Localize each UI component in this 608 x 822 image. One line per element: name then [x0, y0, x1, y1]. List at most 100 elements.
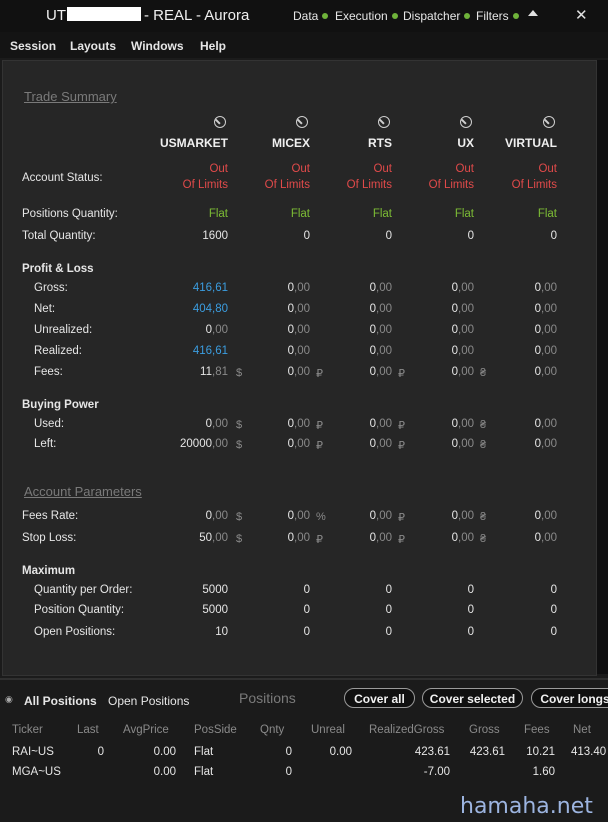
account-status-value: Out Of Limits	[182, 163, 228, 191]
net-value: 0,00	[230, 303, 310, 315]
header-posside[interactable]: PosSide	[194, 724, 237, 736]
fees-rate-currency: ₽	[398, 512, 405, 524]
open-positions-value: 0	[467, 626, 474, 638]
quantity-per-order-value: 0	[467, 584, 474, 596]
used-decimals: ,00	[458, 418, 474, 430]
cell-realizedgross: 423.61	[414, 746, 450, 758]
realized-value: 0,00	[230, 345, 310, 357]
header-realizedgross[interactable]: RealizedGross	[369, 724, 444, 736]
position-quantity-value: 0	[467, 604, 474, 616]
left-currency: $	[236, 439, 243, 451]
net-decimals: ,00	[376, 303, 392, 315]
label-fees: Fees:	[34, 366, 63, 378]
unrealized-decimals: ,00	[212, 324, 228, 336]
label-realized: Realized:	[34, 345, 82, 357]
menu-layouts[interactable]: Layouts	[70, 39, 116, 53]
tab-all-positions[interactable]: All Positions	[24, 694, 97, 708]
pin-icon[interactable]: ◉	[5, 694, 13, 705]
label-position-quantity: Position Quantity:	[34, 604, 125, 616]
cell-gross: 423.61	[469, 746, 505, 758]
cover-longs-button[interactable]: Cover longs	[531, 688, 608, 708]
open-positions-value: 10	[215, 626, 228, 638]
fees-currency: $	[236, 367, 243, 379]
header-last[interactable]: Last	[77, 724, 99, 736]
cell-avgprice: 0.00	[153, 746, 176, 758]
close-icon[interactable]: ✕	[575, 6, 588, 24]
stop-loss-value: 0,00	[312, 532, 392, 544]
label-gross: Gross:	[34, 282, 68, 294]
fees-decimals: ,00	[541, 366, 557, 378]
gross-decimals: ,61	[212, 282, 228, 294]
header-qnty[interactable]: Qnty	[260, 724, 284, 736]
cell-fees: 1.60	[532, 766, 555, 778]
nav-filters[interactable]: Filters	[476, 9, 519, 23]
label-positions-quantity: Positions Quantity:	[22, 208, 118, 220]
column-ux: UX	[457, 136, 474, 150]
cell-ticker: MGA~US	[12, 766, 61, 778]
positions-quantity-value: Flat	[454, 208, 474, 220]
tab-open-positions[interactable]: Open Positions	[108, 694, 189, 708]
used-currency: ₽	[316, 420, 323, 432]
account-parameters-title[interactable]: Account Parameters	[24, 484, 142, 499]
menu-windows[interactable]: Windows	[131, 39, 184, 53]
positions-quantity-value: Flat	[208, 208, 228, 220]
left-integer: 20000	[180, 438, 212, 450]
header-ticker[interactable]: Ticker	[12, 724, 43, 736]
positions-quantity-value: Flat	[372, 208, 392, 220]
label-open-positions: Open Positions:	[34, 626, 116, 638]
menu-session[interactable]: Session	[10, 39, 56, 53]
label-account-status: Account Status:	[22, 172, 103, 184]
account-status-value: Out Of Limits	[511, 163, 557, 191]
total-quantity-value: 0	[467, 230, 474, 242]
label-unrealized: Unrealized:	[34, 324, 93, 336]
fees-value: 0,00	[477, 366, 557, 378]
header-unreal[interactable]: Unreal	[311, 724, 345, 736]
gross-decimals: ,00	[458, 282, 474, 294]
menu-help[interactable]: Help	[200, 39, 226, 53]
unrealized-decimals: ,00	[458, 324, 474, 336]
positions-quantity-value: Flat	[537, 208, 557, 220]
unrealized-decimals: ,00	[376, 324, 392, 336]
used-currency: ₽	[398, 420, 405, 432]
used-currency: $	[236, 419, 243, 431]
cover-selected-button[interactable]: Cover selected	[422, 688, 523, 708]
trade-summary-title[interactable]: Trade Summary	[24, 89, 117, 104]
gross-decimals: ,00	[294, 282, 310, 294]
collapse-caret-icon[interactable]	[528, 10, 538, 16]
fees-decimals: ,81	[212, 366, 228, 378]
label-used: Used:	[34, 418, 65, 430]
header-net[interactable]: Net	[573, 724, 591, 736]
left-value: 0,00	[477, 438, 557, 450]
realized-integer: 416	[192, 345, 212, 357]
left-decimals: ,00	[212, 438, 228, 450]
nav-dispatcher[interactable]: Dispatcher	[403, 9, 471, 23]
cell-ticker: RAI~US	[12, 746, 54, 758]
fees-integer: 11	[200, 366, 212, 378]
gross-value: 0,00	[230, 282, 310, 294]
nav-data[interactable]: Data	[293, 9, 329, 23]
label-net: Net:	[34, 303, 56, 315]
realized-value: 0,00	[477, 345, 557, 357]
left-decimals: ,00	[294, 438, 310, 450]
header-avgprice[interactable]: AvgPrice	[123, 724, 169, 736]
position-quantity-value: 0	[385, 604, 392, 616]
label-quantity-per-order: Quantity per Order:	[34, 584, 133, 596]
quantity-per-order-value: 5000	[202, 584, 228, 596]
net-integer: 404	[192, 303, 212, 315]
header-fees[interactable]: Fees	[524, 724, 550, 736]
label-buying-power: Buying Power	[22, 399, 99, 411]
unrealized-decimals: ,00	[541, 324, 557, 336]
realized-decimals: ,00	[376, 345, 392, 357]
left-value: 0,00	[394, 438, 474, 450]
label-left: Left:	[34, 438, 57, 450]
stop-loss-currency: ₽	[316, 534, 323, 546]
status-dot-icon	[512, 13, 519, 19]
realized-value: 416,61	[148, 345, 228, 357]
unrealized-value: 0,00	[394, 324, 474, 336]
nav-execution[interactable]: Execution	[335, 9, 398, 23]
net-value: 0,00	[394, 303, 474, 315]
header-gross[interactable]: Gross	[469, 724, 500, 736]
stop-loss-value: 0,00	[477, 532, 557, 544]
cover-all-button[interactable]: Cover all	[344, 688, 415, 708]
left-decimals: ,00	[458, 438, 474, 450]
